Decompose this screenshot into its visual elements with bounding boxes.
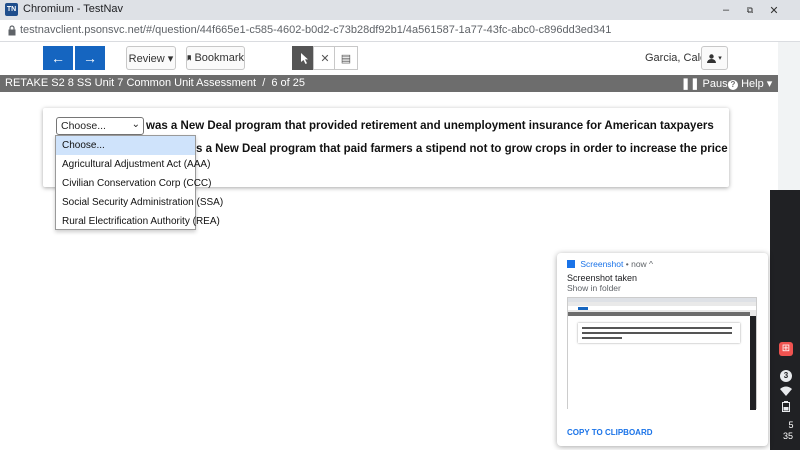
option-aaa[interactable]: Agricultural Adjustment Act (AAA) <box>56 155 210 174</box>
clock-hour: 5 <box>788 420 794 430</box>
chevron-down-icon: ⌄ <box>131 119 140 130</box>
help-icon: ? <box>728 80 738 90</box>
option-rea[interactable]: Rural Electrification Authority (REA) <box>56 212 220 231</box>
option-ssa[interactable]: Social Security Administration (SSA) <box>56 193 223 212</box>
screenshot-icon <box>567 260 575 268</box>
battery-icon <box>782 401 790 412</box>
arrow-right-icon: → <box>83 50 97 66</box>
pause-icon: ❚❚ <box>681 78 700 90</box>
testnav-toolbar: ← → Review ▾ Bookmark ✕ ▤ Garcia, Caleb … <box>0 42 800 75</box>
thumb-titlebar <box>568 298 756 302</box>
window-titlebar: TN Chromium - TestNav – ⧉ ✕ <box>0 0 800 20</box>
thumb-text-line <box>582 332 732 334</box>
wifi-icon <box>780 386 792 396</box>
thumb-text-line <box>582 327 732 329</box>
breadcrumb-separator: / <box>262 77 266 89</box>
thumb-shelf <box>750 316 756 410</box>
bookmark-label: Bookmark <box>194 52 244 64</box>
thumb-text-line <box>582 337 622 339</box>
screenshot-notification: Screenshot • now ^ Screenshot taken Show… <box>557 253 768 446</box>
review-button[interactable]: Review ▾ <box>126 46 176 70</box>
window-title: Chromium - TestNav <box>23 3 124 15</box>
thumb-toolbar <box>568 306 756 310</box>
help-button[interactable]: ? Help ▾ <box>728 77 772 90</box>
lock-icon <box>8 25 16 36</box>
answer-select-1[interactable]: Choose... ⌄ <box>56 117 144 135</box>
option-choose[interactable]: Choose... <box>56 136 195 155</box>
assessment-info: RETAKE S2 8 SS Unit 7 Common Unit Assess… <box>5 77 305 89</box>
bookmark-button[interactable]: Bookmark <box>186 46 245 70</box>
pointer-icon <box>300 52 308 64</box>
notification-time: now <box>631 259 647 269</box>
notification-title: Screenshot taken <box>567 273 638 283</box>
user-menu-button[interactable]: ▾ <box>701 46 728 70</box>
notification-source: Screenshot <box>580 259 624 269</box>
notepad-icon: ▤ <box>340 52 352 65</box>
copy-to-clipboard-button[interactable]: COPY TO CLIPBOARD <box>567 428 653 437</box>
bookmark-icon <box>187 55 191 61</box>
caret-down-icon: ▾ <box>766 78 773 90</box>
clock-minute: 35 <box>783 431 794 441</box>
show-in-folder-link[interactable]: Show in folder <box>567 283 621 293</box>
app-launcher-icon[interactable]: ⊞ <box>779 342 793 356</box>
testnav-app-icon: TN <box>5 3 18 16</box>
forward-button[interactable]: → <box>75 46 105 70</box>
screenshot-thumbnail[interactable] <box>567 297 757 410</box>
question-line-2: s a New Deal program that paid farmers a… <box>196 143 728 155</box>
notepad-button[interactable]: ▤ <box>334 46 358 70</box>
minimize-button[interactable]: – <box>716 2 736 18</box>
help-label: Help <box>741 78 764 90</box>
maximize-button[interactable]: ⧉ <box>740 2 760 18</box>
user-icon <box>707 53 717 63</box>
notification-count-badge[interactable]: 3 <box>780 370 792 382</box>
question-progress: 6 of 25 <box>271 77 306 89</box>
question-line-1: was a New Deal program that provided ret… <box>146 120 714 132</box>
assessment-title: RETAKE S2 8 SS Unit 7 Common Unit Assess… <box>5 77 257 89</box>
select-value: Choose... <box>61 120 106 132</box>
close-window-button[interactable]: ✕ <box>764 2 784 18</box>
address-bar[interactable]: testnavclient.psonsvc.net/#/question/44f… <box>0 20 800 42</box>
back-button[interactable]: ← <box>43 46 73 70</box>
arrow-left-icon: ← <box>51 50 65 66</box>
answer-dropdown-list: Choose... Agricultural Adjustment Act (A… <box>55 135 223 231</box>
option-ccc[interactable]: Civilian Conservation Corp (CCC) <box>56 174 212 193</box>
thumb-nav <box>578 307 588 310</box>
url-text[interactable]: testnavclient.psonsvc.net/#/question/44f… <box>20 24 611 36</box>
notification-header: Screenshot • now ^ <box>567 259 653 269</box>
eliminate-icon: ✕ <box>320 52 330 65</box>
pause-button[interactable]: ❚❚ Pause <box>681 77 734 90</box>
caret-down-icon: ▾ <box>718 55 722 62</box>
test-status-bar: RETAKE S2 8 SS Unit 7 Common Unit Assess… <box>0 75 778 92</box>
